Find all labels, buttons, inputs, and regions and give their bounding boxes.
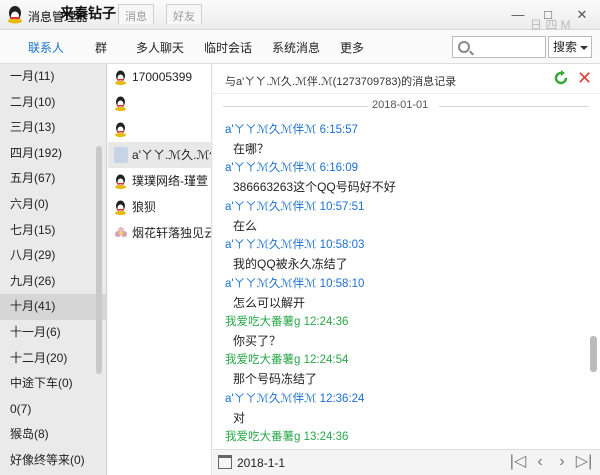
contact-list: 170005399 a'ㄚㄚ.ℳ久.ℳ伴ℳ 璞璞网络-瑾萱 狼狈 烟花轩落独见云 [108,64,212,475]
close-icon[interactable]: ✕ [577,69,595,87]
month-item[interactable]: 十二月(20) [0,346,106,372]
month-item[interactable]: 十一月(6) [0,320,106,346]
month-item[interactable]: 好像终等来(0) [0,448,106,474]
message-sender: a'ㄚㄚℳ久ℳ伴ℳ 6:15:57 [225,124,359,136]
month-item[interactable]: 八月(29) [0,243,106,269]
month-item[interactable]: 四月(192) [0,141,106,167]
contact-item[interactable]: 狼狈 [108,194,211,220]
search-button-label: 搜索 [553,40,578,54]
date-divider: 2018-01-01 [213,98,589,114]
nav-system-messages[interactable]: 系统消息 [272,39,320,56]
first-page-button[interactable]: |◁ [509,453,527,471]
penguin-icon [115,122,126,137]
category-nav: 联系人 群 多人聊天 临时会话 系统消息 更多 搜索 [0,30,600,64]
month-item[interactable]: 中途下车(0) [0,371,106,397]
penguin-icon [115,70,126,85]
contact-name: 狼狈 [132,200,157,214]
message-text: 在么 [233,219,258,233]
month-list: 一月(11) 二月(10) 三月(13) 四月(192) 五月(67) 六月(0… [0,64,107,475]
avatar-icon [114,147,128,163]
chevron-down-icon [580,46,588,50]
message-text: 386663263这个QQ号码好不好 [233,180,396,194]
penguin-icon [115,96,126,111]
message-sender: a'ㄚㄚℳ久ℳ伴ℳ 12:36:24 [225,393,365,405]
search-icon [458,41,470,53]
message-sender: a'ㄚㄚℳ久ℳ伴ℳ 10:57:51 [225,201,365,213]
prev-page-button[interactable]: ‹ [531,453,549,471]
penguin-icon [115,200,126,215]
chat-history: 与a'ㄚㄚ.ℳ久.ℳ伴.ℳ(1273709783)的消息记录 ✕ 2018-01… [213,64,600,449]
search-button[interactable]: 搜索 [548,36,592,58]
month-item[interactable]: 一月(11) [0,64,106,90]
message-sender: a'ㄚㄚℳ久ℳ伴ℳ 10:58:03 [225,239,365,251]
refresh-icon[interactable] [553,70,569,86]
message-text: 那个号码冻结了 [233,372,318,386]
message-text: 对 [233,411,246,425]
message-sender: a'ㄚㄚℳ久ℳ伴ℳ 6:16:09 [225,162,359,174]
month-item[interactable]: 三月(13) [0,115,106,141]
message-text: 在哪？ [233,142,270,156]
month-item[interactable]: 0(7) [0,397,106,423]
maximize-button[interactable]: □ [538,6,558,24]
divider-line [223,106,373,107]
contact-item[interactable]: 170005399 [108,64,211,90]
nav-temp-session[interactable]: 临时会话 [204,39,252,56]
chat-header: 与a'ㄚㄚ.ℳ久.ℳ伴.ℳ(1273709783)的消息记录 ✕ [213,64,600,94]
month-item[interactable]: 九月(26) [0,269,106,295]
contact-item-selected[interactable]: a'ㄚㄚ.ℳ久.ℳ伴ℳ [108,142,211,168]
message-text: 怎么可以解开 [233,296,306,310]
date-divider-label: 2018-01-01 [368,99,433,111]
contact-name: 璞璞网络-瑾萱 [132,174,208,188]
chat-header-title: 与a'ㄚㄚ.ℳ久.ℳ伴.ℳ(1273709783)的消息记录 [225,76,457,88]
current-date: 2018-1-1 [237,456,286,470]
month-item[interactable]: 二月(10) [0,90,106,116]
contact-item[interactable]: 璞璞网络-瑾萱 [108,168,211,194]
contact-item[interactable] [108,116,211,142]
minimize-button[interactable]: — [508,6,528,24]
month-list-scrollbar[interactable] [96,146,102,374]
message-text: 你买了？ [233,334,282,348]
window-title-overlay: 来秦钻子 [60,5,116,21]
contact-name: a'ㄚㄚ.ℳ久.ℳ伴ℳ [132,148,211,162]
month-item[interactable]: 七月(15) [0,218,106,244]
message-sender: 我爱吃大番薯g 13:24:36 [225,431,349,443]
month-item[interactable]: 猴岛(8) [0,422,106,448]
title-bar: 消息管理器 来秦钻子 消息 好友 日 四 M — □ ✕ [0,0,600,32]
message-sender: 我爱吃大番薯g 12:24:36 [225,316,349,328]
contact-item[interactable] [108,90,211,116]
divider-line [439,106,589,107]
nav-multichat[interactable]: 多人聊天 [136,39,184,56]
search-box [452,36,546,58]
month-item[interactable]: 五月(67) [0,166,106,192]
contact-name: 170005399 [132,70,193,84]
ghost-tab-messages[interactable]: 消息 [118,4,154,24]
ghost-tab-friends[interactable]: 好友 [166,4,202,24]
month-item[interactable]: 六月(0) [0,192,106,218]
bottom-toolbar: 2018-1-1 |◁ ‹ › ▷| [213,449,600,475]
message-text: 我的QQ被永久冻结了 [233,257,348,271]
calendar-icon[interactable] [218,455,232,469]
nav-contacts[interactable]: 联系人 [28,39,64,56]
penguin-icon [115,174,126,189]
chat-scrollbar[interactable] [590,336,597,372]
close-window-button[interactable]: ✕ [572,6,592,24]
flower-icon [115,227,127,237]
contact-item[interactable]: 烟花轩落独见云 [108,220,211,246]
message-sender: a'ㄚㄚℳ久ℳ伴ℳ 10:58:10 [225,278,365,290]
next-page-button[interactable]: › [553,453,571,471]
qq-logo-icon [8,6,22,24]
search-input[interactable] [475,39,543,55]
month-item-selected[interactable]: 十月(41) [0,294,106,320]
last-page-button[interactable]: ▷| [575,453,593,471]
contact-name: 烟花轩落独见云 [132,226,211,240]
message-sender: 我爱吃大番薯g 12:24:54 [225,354,349,366]
nav-more[interactable]: 更多 [340,39,364,56]
nav-groups[interactable]: 群 [95,39,107,56]
